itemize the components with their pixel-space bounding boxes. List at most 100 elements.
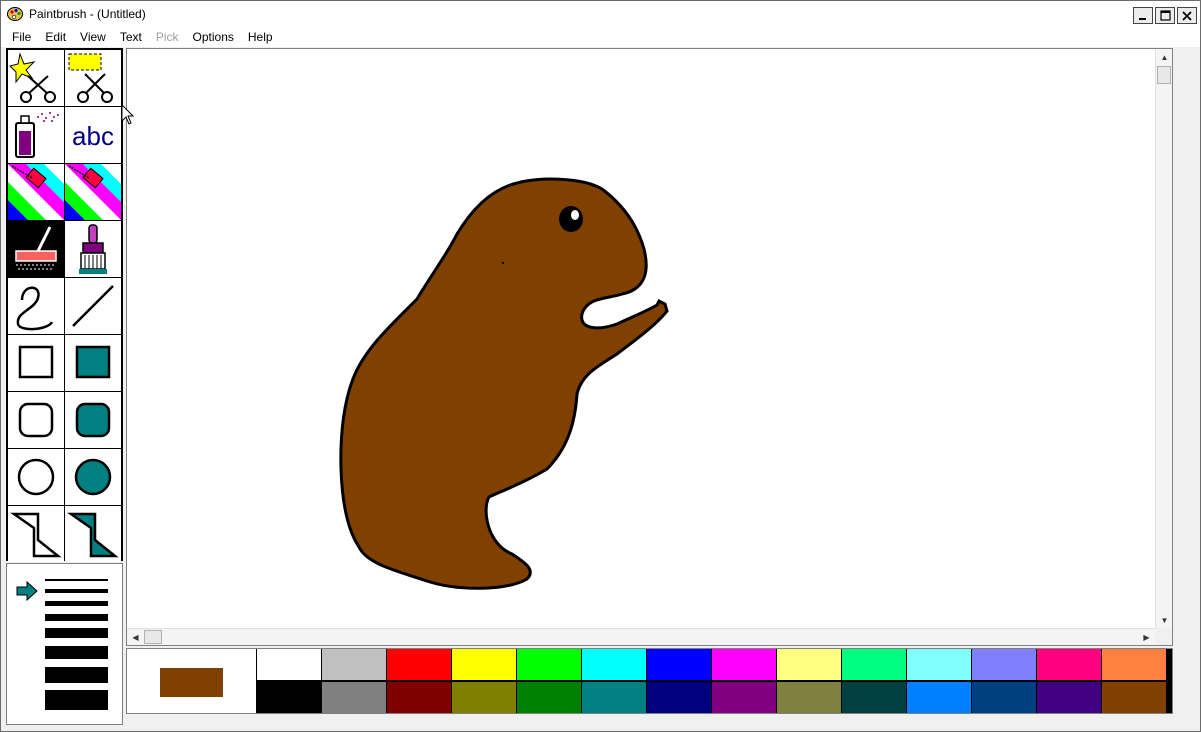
tool-filled-circle[interactable] bbox=[65, 449, 121, 505]
tool-eraser[interactable] bbox=[65, 164, 121, 220]
palette-swatch-top-7[interactable] bbox=[712, 649, 776, 680]
filled-polygon-icon bbox=[67, 512, 119, 558]
palette-swatch-bottom-9[interactable] bbox=[842, 682, 906, 713]
tool-rounded-box[interactable] bbox=[8, 392, 64, 448]
horizontal-scrollbar[interactable]: ◀ ▶ bbox=[127, 628, 1155, 645]
scroll-up-icon[interactable]: ▲ bbox=[1156, 49, 1173, 66]
palette-swatch-top-8[interactable] bbox=[777, 649, 841, 680]
tool-curve[interactable] bbox=[8, 278, 64, 334]
palette-swatch-top-10[interactable] bbox=[907, 649, 971, 680]
maximize-button[interactable] bbox=[1155, 7, 1175, 24]
menu-text[interactable]: Text bbox=[113, 27, 149, 47]
menu-help[interactable]: Help bbox=[241, 27, 280, 47]
palette-swatch-top-4[interactable] bbox=[517, 649, 581, 680]
filled-rounded-box-icon bbox=[75, 402, 111, 438]
palette-swatch-bottom-0[interactable] bbox=[257, 682, 321, 713]
palette-swatch-bottom-8[interactable] bbox=[777, 682, 841, 713]
vertical-scrollbar[interactable]: ▲ ▼ bbox=[1155, 49, 1172, 629]
tool-airbrush[interactable] bbox=[8, 107, 64, 163]
horizontal-scroll-thumb[interactable] bbox=[144, 630, 162, 644]
scroll-right-icon[interactable]: ▶ bbox=[1138, 629, 1155, 646]
palette-swatch-bottom-7[interactable] bbox=[712, 682, 776, 713]
tool-text[interactable]: abc bbox=[65, 107, 121, 163]
palette-swatch-bottom-13[interactable] bbox=[1102, 682, 1166, 713]
close-button[interactable] bbox=[1177, 7, 1197, 24]
vertical-scroll-thumb[interactable] bbox=[1157, 66, 1171, 84]
menu-options[interactable]: Options bbox=[186, 27, 241, 47]
palette-swatch-bottom-4[interactable] bbox=[517, 682, 581, 713]
tool-scissors-star[interactable] bbox=[8, 50, 64, 106]
selected-line-arrow-icon bbox=[16, 580, 38, 602]
mouse-pointer-icon bbox=[122, 105, 134, 125]
drawing bbox=[339, 177, 669, 590]
box-icon bbox=[18, 345, 54, 379]
tool-line[interactable] bbox=[65, 278, 121, 334]
rounded-box-icon bbox=[18, 402, 54, 438]
foreground-color-swatch bbox=[160, 668, 223, 697]
line-size-7 bbox=[45, 667, 108, 683]
palette-swatch-bottom-3[interactable] bbox=[452, 682, 516, 713]
palette-swatch-top-11[interactable] bbox=[972, 649, 1036, 680]
tool-brush[interactable] bbox=[65, 221, 121, 277]
tool-scissors-rect[interactable] bbox=[65, 50, 121, 106]
line-size-3 bbox=[45, 601, 108, 606]
tool-filled-box[interactable] bbox=[65, 335, 121, 391]
menu-pick[interactable]: Pick bbox=[149, 27, 186, 47]
menu-edit[interactable]: Edit bbox=[38, 27, 73, 47]
line-size-selector[interactable] bbox=[7, 564, 122, 724]
brush-icon bbox=[79, 224, 107, 274]
tool-color-eraser[interactable] bbox=[8, 164, 64, 220]
palette-swatch-top-5[interactable] bbox=[582, 649, 646, 680]
menu-file[interactable]: File bbox=[5, 27, 38, 47]
line-size-5 bbox=[45, 628, 108, 638]
text-tool-label: abc bbox=[72, 121, 114, 151]
toolbox: abc bbox=[6, 48, 123, 562]
paint-roller-icon bbox=[15, 226, 57, 270]
minimize-button[interactable] bbox=[1133, 7, 1153, 24]
polygon-icon bbox=[10, 512, 62, 558]
palette-swatch-top-13[interactable] bbox=[1102, 649, 1166, 680]
line-size-box bbox=[6, 563, 123, 725]
scroll-left-icon[interactable]: ◀ bbox=[127, 629, 144, 646]
palette-swatch-top-12[interactable] bbox=[1037, 649, 1101, 680]
palette-swatch-top-9[interactable] bbox=[842, 649, 906, 680]
scroll-corner bbox=[1155, 628, 1172, 645]
line-size-2 bbox=[45, 589, 108, 593]
line-size-1 bbox=[45, 579, 108, 581]
tool-filled-rounded-box[interactable] bbox=[65, 392, 121, 448]
scissors-star-icon bbox=[9, 52, 56, 103]
tool-box[interactable] bbox=[8, 335, 64, 391]
title-bar[interactable]: Paintbrush - (Untitled) bbox=[1, 1, 1200, 27]
palette-icon[interactable] bbox=[7, 6, 23, 22]
menu-bar: File Edit View Text Pick Options Help bbox=[1, 27, 1200, 47]
palette-swatch-bottom-2[interactable] bbox=[387, 682, 451, 713]
palette-swatch-top-0[interactable] bbox=[257, 649, 321, 680]
palette-swatch-bottom-5[interactable] bbox=[582, 682, 646, 713]
scroll-down-icon[interactable]: ▼ bbox=[1156, 612, 1173, 629]
palette-swatch-bottom-1[interactable] bbox=[322, 682, 386, 713]
tool-paint-roller[interactable] bbox=[8, 221, 64, 277]
palette-swatch-top-1[interactable] bbox=[322, 649, 386, 680]
scissors-rect-icon bbox=[68, 53, 113, 103]
palette-swatch-bottom-11[interactable] bbox=[972, 682, 1036, 713]
tool-circle[interactable] bbox=[8, 449, 64, 505]
minimize-icon bbox=[1139, 17, 1146, 20]
animal-dot bbox=[501, 261, 505, 265]
color-palette bbox=[257, 649, 1169, 713]
line-icon bbox=[72, 285, 114, 327]
tool-filled-polygon[interactable] bbox=[65, 506, 121, 562]
palette-swatch-top-6[interactable] bbox=[647, 649, 711, 680]
palette-swatch-top-2[interactable] bbox=[387, 649, 451, 680]
tool-polygon[interactable] bbox=[8, 506, 64, 562]
palette-swatch-bottom-10[interactable] bbox=[907, 682, 971, 713]
palette-swatch-bottom-12[interactable] bbox=[1037, 682, 1101, 713]
palette-swatch-bottom-6[interactable] bbox=[647, 682, 711, 713]
maximize-icon bbox=[1159, 10, 1171, 21]
window-title: Paintbrush - (Untitled) bbox=[29, 7, 146, 21]
menu-view[interactable]: View bbox=[73, 27, 113, 47]
close-icon bbox=[1182, 10, 1192, 21]
drawing-canvas[interactable] bbox=[126, 48, 1173, 646]
animal-eye-icon bbox=[559, 206, 583, 232]
line-size-4 bbox=[45, 614, 108, 621]
palette-swatch-top-3[interactable] bbox=[452, 649, 516, 680]
